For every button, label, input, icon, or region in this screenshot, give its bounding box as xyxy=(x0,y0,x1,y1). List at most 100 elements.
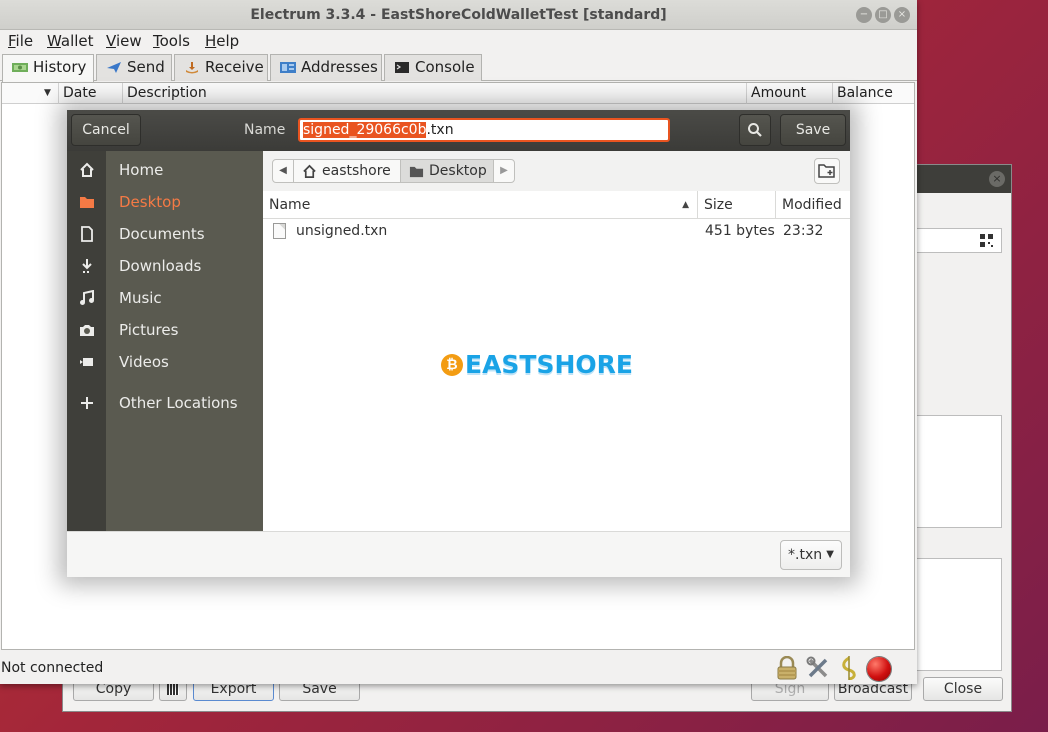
menubar: File Wallet View Tools Help xyxy=(0,30,917,52)
column-header-name[interactable]: Name ▲ xyxy=(263,191,698,219)
qr-code-icon[interactable] xyxy=(980,234,993,247)
column-header-size[interactable]: Size xyxy=(698,191,776,219)
tab-console[interactable]: Console xyxy=(384,54,482,81)
tab-send[interactable]: Send xyxy=(96,54,172,81)
bitcoin-icon: ₿ xyxy=(441,354,463,376)
place-music[interactable]: Music xyxy=(67,282,263,314)
tab-addresses-label: Addresses xyxy=(301,58,378,76)
file-filter-select[interactable]: *.txn ▼ xyxy=(780,540,842,570)
eastshore-wordmark: EASTSHORE xyxy=(465,350,633,379)
places-sidebar: Home Desktop Documents Downloads Music P… xyxy=(67,151,263,531)
camera-icon xyxy=(80,325,94,336)
qr-code-icon xyxy=(167,683,179,695)
tab-history-label: History xyxy=(33,58,87,76)
menu-tools[interactable]: Tools xyxy=(153,32,190,50)
path-bar: ◀ eastshore Desktop ▶ xyxy=(263,151,850,191)
path-forward-button[interactable]: ▶ xyxy=(493,159,515,183)
tab-console-label: Console xyxy=(415,58,475,76)
file-modified: 23:32 xyxy=(783,223,824,239)
place-other-locations[interactable]: Other Locations xyxy=(67,387,263,419)
transaction-inputs-list[interactable] xyxy=(903,415,1002,528)
download-icon xyxy=(82,259,92,273)
place-label: Desktop xyxy=(119,193,181,211)
place-downloads[interactable]: Downloads xyxy=(67,250,263,282)
place-documents[interactable]: Documents xyxy=(67,218,263,250)
column-header-modified[interactable]: Modified xyxy=(776,191,850,219)
folder-icon xyxy=(80,197,94,208)
sort-descending-icon[interactable]: ▼ xyxy=(44,83,51,104)
filename-extension-text: .txn xyxy=(426,122,454,138)
filename-input[interactable]: signed_29066c0b.txn xyxy=(298,118,670,142)
place-label: Documents xyxy=(119,225,205,243)
filename-selected-text: signed_29066c0b xyxy=(303,122,427,138)
tab-receive[interactable]: Receive xyxy=(174,54,268,81)
path-back-button[interactable]: ◀ xyxy=(272,159,294,183)
save-button[interactable]: Save xyxy=(780,114,846,146)
tab-history[interactable]: History xyxy=(2,54,94,82)
file-icon xyxy=(273,223,286,239)
window-titlebar[interactable]: Electrum 3.3.4 - EastShoreColdWalletTest… xyxy=(0,0,917,30)
search-icon xyxy=(748,123,762,137)
place-videos[interactable]: Videos xyxy=(67,346,263,378)
minimize-icon[interactable]: − xyxy=(856,7,872,23)
path-home-button[interactable]: eastshore xyxy=(293,159,401,183)
column-header-amount[interactable]: Amount xyxy=(746,83,832,104)
column-header-name-label: Name xyxy=(269,197,311,213)
save-file-dialog: Cancel Name signed_29066c0b.txn Save Hom… xyxy=(67,110,850,577)
history-icon xyxy=(12,63,28,72)
main-tabs: History Send Receive Addresses Console xyxy=(0,54,917,82)
file-size: 451 bytes xyxy=(705,223,775,239)
place-label: Other Locations xyxy=(119,394,238,412)
tab-receive-label: Receive xyxy=(205,58,264,76)
place-label: Videos xyxy=(119,353,169,371)
network-status-icon[interactable] xyxy=(867,657,891,681)
name-label: Name xyxy=(244,122,286,138)
connection-status-text: Not connected xyxy=(1,660,104,676)
transaction-id-field[interactable] xyxy=(903,228,1002,253)
transaction-outputs-list[interactable] xyxy=(903,558,1002,671)
column-header-balance[interactable]: Balance xyxy=(832,83,916,104)
close-icon[interactable]: × xyxy=(989,171,1005,187)
column-header-date[interactable]: Date xyxy=(58,83,122,104)
place-desktop[interactable]: Desktop xyxy=(67,186,263,218)
maximize-icon[interactable]: □ xyxy=(875,7,891,23)
path-desktop-button[interactable]: Desktop xyxy=(400,159,494,183)
sort-ascending-icon: ▲ xyxy=(682,200,689,210)
file-dialog-footer: *.txn ▼ xyxy=(67,531,850,577)
folder-icon xyxy=(409,166,424,178)
new-folder-button[interactable] xyxy=(814,158,840,184)
window-title: Electrum 3.3.4 - EastShoreColdWalletTest… xyxy=(250,7,667,23)
menu-view[interactable]: View xyxy=(106,32,142,50)
file-list-header: Name ▲ Size Modified xyxy=(263,191,850,219)
tab-addresses[interactable]: Addresses xyxy=(270,54,382,81)
status-bar: Not connected xyxy=(0,654,917,684)
column-header-description[interactable]: Description xyxy=(122,83,746,104)
path-home-label: eastshore xyxy=(322,163,391,179)
file-name: unsigned.txn xyxy=(296,223,388,239)
place-pictures[interactable]: Pictures xyxy=(67,314,263,346)
preferences-icon[interactable] xyxy=(806,656,830,680)
home-icon xyxy=(80,162,94,177)
menu-help[interactable]: Help xyxy=(205,32,239,50)
menu-wallet[interactable]: Wallet xyxy=(47,32,94,50)
place-label: Home xyxy=(119,161,164,179)
tab-send-label: Send xyxy=(127,58,165,76)
search-button[interactable] xyxy=(739,114,771,146)
video-icon xyxy=(80,358,93,366)
new-folder-icon xyxy=(818,164,835,178)
place-label: Downloads xyxy=(119,257,202,275)
music-icon xyxy=(80,290,94,305)
path-desktop-label: Desktop xyxy=(429,163,487,179)
place-home[interactable]: Home xyxy=(67,154,263,186)
receive-icon xyxy=(186,62,198,74)
lock-icon[interactable] xyxy=(776,656,798,680)
seed-icon[interactable] xyxy=(838,656,860,680)
plus-icon xyxy=(81,397,93,409)
close-button[interactable]: Close xyxy=(923,677,1003,701)
close-icon[interactable]: × xyxy=(894,7,910,23)
file-row[interactable]: unsigned.txn 451 bytes 23:32 xyxy=(263,219,850,244)
cancel-button[interactable]: Cancel xyxy=(71,114,141,146)
place-label: Music xyxy=(119,289,162,307)
menu-file[interactable]: File xyxy=(8,32,33,50)
file-browser: ◀ eastshore Desktop ▶ Name ▲ Size Modifi… xyxy=(263,151,850,531)
